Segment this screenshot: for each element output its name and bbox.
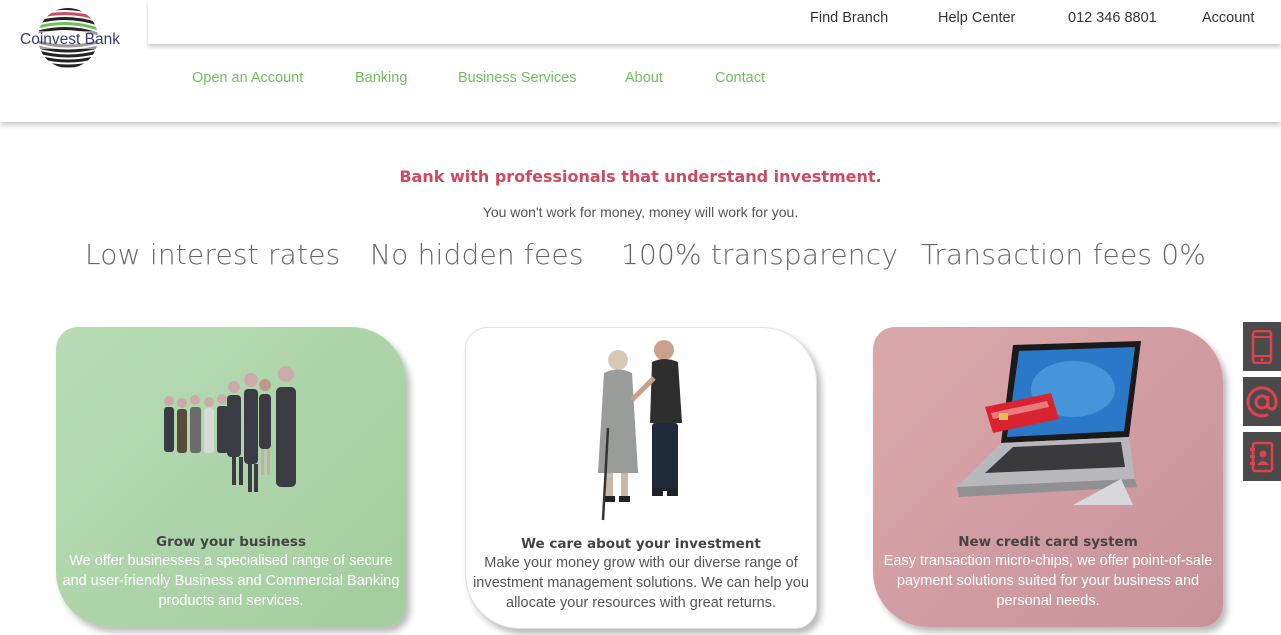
logo[interactable]: Coinvest Bank	[0, 0, 146, 80]
nav-open-account[interactable]: Open an Account	[192, 70, 303, 86]
caregiver-image	[598, 340, 682, 521]
card-text: Easy transaction micro-chips, we offer p…	[883, 553, 1213, 609]
mobile-phone-icon	[1251, 329, 1273, 364]
help-center-link[interactable]: Help Center	[938, 10, 1015, 26]
card-text: We offer businesses a specialised range …	[62, 553, 400, 609]
card-text: Make your money grow with our diverse ra…	[473, 555, 809, 611]
card-title: Grow your business	[155, 534, 306, 550]
intro-subline: You won't work for money, money will wor…	[482, 204, 799, 220]
phone-number-link[interactable]: 012 346 8801	[1068, 10, 1157, 26]
card-credit-card[interactable]: New credit card system Easy transaction …	[873, 327, 1223, 627]
logo-text: Coinvest Bank	[19, 31, 121, 49]
feature-transaction-fees: Transaction fees 0%	[921, 238, 1207, 271]
at-sign-icon	[1246, 385, 1278, 417]
nav-contact[interactable]: Contact	[715, 70, 765, 86]
side-tab-contacts[interactable]	[1243, 432, 1281, 481]
site-header: Coinvest Bank Find Branch Help Center 01…	[0, 0, 1281, 122]
nav-business-services[interactable]: Business Services	[458, 70, 576, 86]
intro-headline: Bank with professionals that understand …	[399, 167, 882, 186]
nav-banking[interactable]: Banking	[355, 70, 407, 86]
laptop-credit-card-image	[957, 341, 1141, 505]
account-link[interactable]: Account	[1202, 10, 1254, 26]
card-care-investment[interactable]: We care about your investment Make your …	[465, 327, 817, 629]
feature-no-hidden-fees: No hidden fees	[370, 238, 584, 271]
card-title: We care about your investment	[521, 536, 761, 552]
find-branch-link[interactable]: Find Branch	[810, 10, 888, 26]
business-group-image	[164, 366, 296, 492]
contact-book-icon	[1250, 441, 1274, 472]
card-grow-business[interactable]: Grow your business We offer businesses a…	[56, 327, 406, 627]
side-tab-phone[interactable]	[1243, 322, 1281, 371]
card-title: New credit card system	[958, 534, 1138, 550]
nav-about[interactable]: About	[625, 70, 663, 86]
feature-transparency: 100% transparency	[621, 238, 899, 271]
side-tab-email[interactable]	[1243, 377, 1281, 426]
feature-low-interest: Low interest rates	[85, 238, 341, 271]
